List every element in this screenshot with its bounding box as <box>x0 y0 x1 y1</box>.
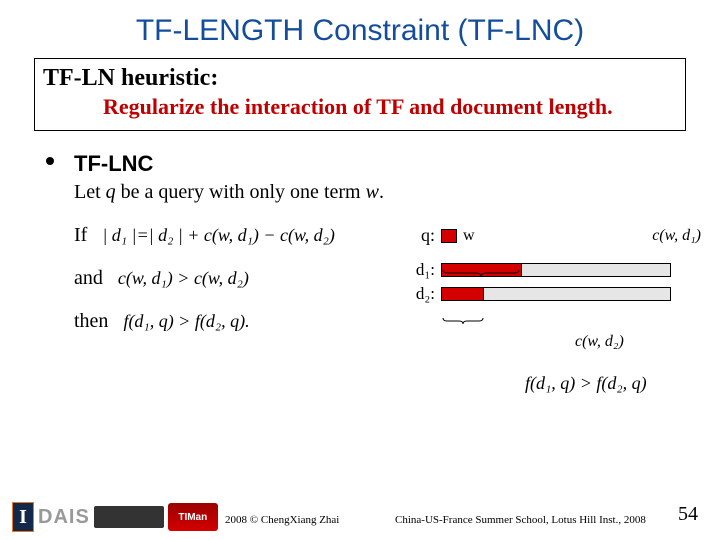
cw2-label: c(w, d₂) <box>575 333 624 351</box>
footer: I DAIS TIMan 2008 © ChengXiang Zhai Chin… <box>0 492 720 532</box>
illinois-logo-icon: I <box>12 502 34 532</box>
d2-label: d₂: <box>405 284 435 304</box>
diagram: q: w c(w, d₁) d₁: d₂: c(w, d₂) f(d <box>405 225 705 304</box>
w-label: w <box>463 227 475 245</box>
dais-box-icon <box>94 506 164 528</box>
logo-row: I DAIS TIMan <box>12 502 218 532</box>
and-label: and <box>74 267 103 289</box>
d2-gray-segment <box>484 288 670 300</box>
section-label: TF-LNC <box>46 151 692 177</box>
bullet-icon <box>46 157 54 165</box>
let-line: Let q be a query with only one term w. <box>46 181 692 204</box>
slide-title: TF-LENGTH Constraint (TF-LNC) <box>28 14 692 48</box>
d1-red-segment <box>442 264 522 276</box>
let-mid: be a query with only one term <box>116 181 366 203</box>
heuristic-name: TF-LN heuristic: <box>43 65 677 92</box>
dais-logo: DAIS <box>38 506 90 529</box>
then-label: then <box>74 310 108 332</box>
venue: China-US-France Summer School, Lotus Hil… <box>395 514 646 526</box>
d1-bar <box>441 263 671 277</box>
q-label: q: <box>405 225 435 246</box>
d1-label: d₁: <box>405 260 435 280</box>
d2-red-segment <box>442 288 484 300</box>
let-suffix: . <box>379 181 384 203</box>
timan-logo-icon: TIMan <box>168 503 218 531</box>
let-w: w <box>366 181 379 203</box>
q-box-icon <box>441 229 457 243</box>
d2-bar <box>441 287 671 301</box>
if-formula: | d₁ |=| d₂ | + c(w, d₁) − c(w, d₂) <box>102 225 335 245</box>
d1-row: d₁: <box>405 260 705 280</box>
then-line: then f(d₁, q) > f(d₂, q). <box>46 310 692 333</box>
copyright: 2008 © ChengXiang Zhai <box>225 514 339 526</box>
then-formula: f(d₁, q) > f(d₂, q). <box>123 311 249 331</box>
d1-gray-segment <box>522 264 670 276</box>
heuristic-box: TF-LN heuristic: Regularize the interact… <box>34 58 686 131</box>
page-number: 54 <box>678 503 698 526</box>
final-inequality: f(d₁, q) > f(d₂, q) <box>525 373 647 394</box>
heuristic-desc: Regularize the interaction of TF and doc… <box>43 94 677 120</box>
q-row: q: w c(w, d₁) <box>405 225 705 246</box>
slide: TF-LENGTH Constraint (TF-LNC) TF-LN heur… <box>0 0 720 540</box>
if-label: If <box>74 224 87 246</box>
let-prefix: Let <box>74 181 106 203</box>
cw1-label: c(w, d₁) <box>652 227 701 245</box>
d2-row: d₂: <box>405 284 705 304</box>
let-q: q <box>106 181 116 203</box>
and-formula: c(w, d₁) > c(w, d₂) <box>118 268 249 288</box>
